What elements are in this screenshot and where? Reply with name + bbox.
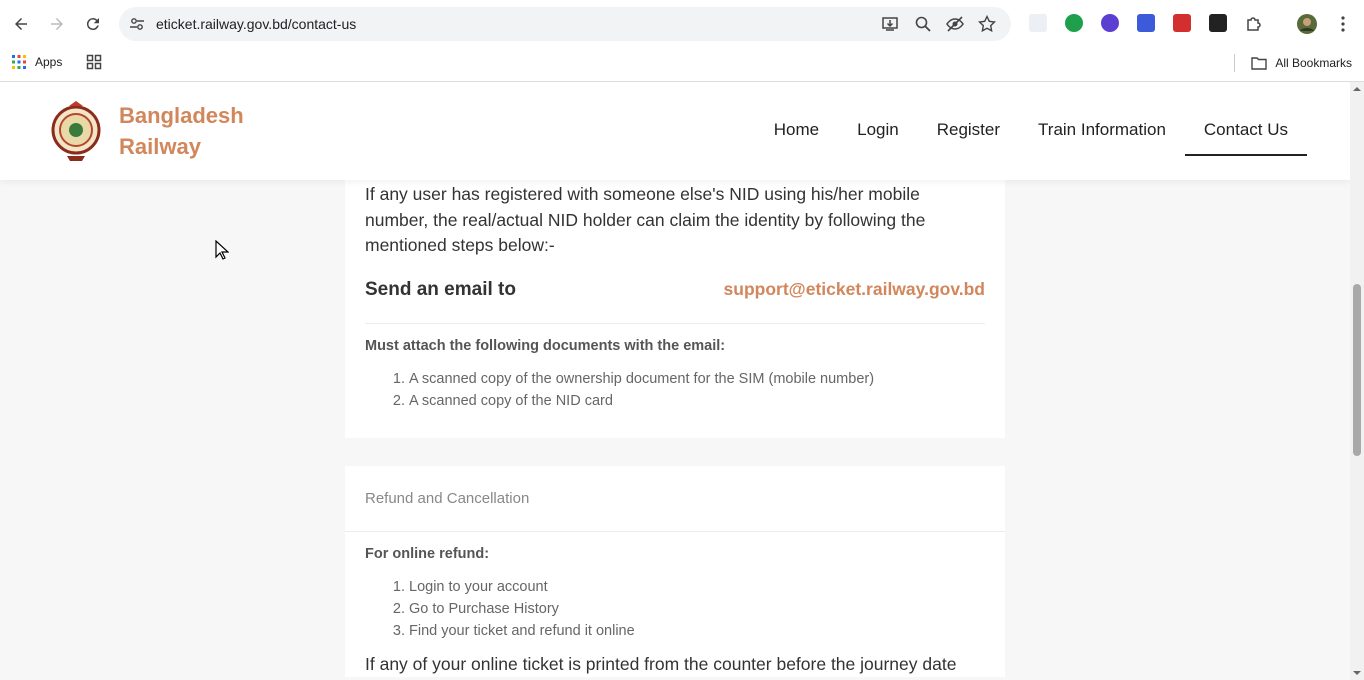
section-gap xyxy=(345,437,1005,466)
extension-blank-icon[interactable] xyxy=(1029,14,1047,32)
extension-record-icon[interactable] xyxy=(1065,14,1083,32)
zoom-icon[interactable] xyxy=(914,15,932,33)
refund-heading[interactable]: Refund and Cancellation xyxy=(345,466,1005,532)
browser-menu-icon[interactable] xyxy=(1331,12,1355,36)
mouse-cursor-icon xyxy=(215,240,229,260)
back-icon[interactable] xyxy=(9,12,33,36)
refund-card: Refund and Cancellation For online refun… xyxy=(345,465,1005,677)
refund-steps-list: Login to your account Go to Purchase His… xyxy=(365,576,985,642)
scroll-up-icon[interactable] xyxy=(1350,84,1364,94)
bookmark-apps[interactable]: Apps xyxy=(11,54,102,70)
extension-u-icon[interactable] xyxy=(1101,14,1119,32)
apps-label: Apps xyxy=(35,55,63,69)
browser-toolbar: eticket.railway.gov.bd/contact-us xyxy=(0,0,1364,48)
extension-video-icon[interactable] xyxy=(1173,14,1191,32)
apps-grid-icon xyxy=(12,55,26,69)
scroll-thumb[interactable] xyxy=(1353,284,1361,456)
scroll-down-icon[interactable] xyxy=(1350,668,1364,678)
list-item: A scanned copy of the ownership document… xyxy=(409,368,985,390)
page-viewport: Bangladesh Railway Home Login Register T… xyxy=(0,82,1350,680)
extensions-puzzle-icon[interactable] xyxy=(1242,12,1266,36)
address-bar[interactable]: eticket.railway.gov.bd/contact-us xyxy=(119,7,1011,41)
nid-claim-card: If any user has registered with someone … xyxy=(345,180,1005,438)
profile-avatar[interactable] xyxy=(1295,12,1319,36)
online-refund-title: For online refund: xyxy=(365,545,490,562)
email-title: Send an email to xyxy=(365,278,516,300)
nav-contact-us[interactable]: Contact Us xyxy=(1184,110,1307,156)
brand-name[interactable]: Bangladesh Railway xyxy=(119,100,244,162)
star-icon[interactable] xyxy=(978,15,996,33)
page-scrollbar[interactable] xyxy=(1350,82,1364,680)
main-nav: Home Login Register Train Information Co… xyxy=(755,110,1307,156)
bookmarks-bar: Apps All Bookmarks xyxy=(0,48,1364,82)
brand-line-1: Bangladesh xyxy=(119,103,244,128)
list-item: Go to Purchase History xyxy=(409,598,985,620)
email-row: Send an email to support@eticket.railway… xyxy=(365,279,985,324)
list-item: A scanned copy of the NID card xyxy=(409,390,985,412)
all-bookmarks[interactable]: All Bookmarks xyxy=(1234,54,1352,72)
reload-icon[interactable] xyxy=(81,12,105,36)
counter-printed-note: If any of your online ticket is printed … xyxy=(365,653,957,674)
site-header: Bangladesh Railway Home Login Register T… xyxy=(0,82,1350,180)
contact-content: If any user has registered with someone … xyxy=(345,180,1005,677)
extension-dark-icon[interactable] xyxy=(1209,14,1227,32)
documents-title: Must attach the following documents with… xyxy=(365,337,726,354)
bangladesh-railway-logo[interactable] xyxy=(51,100,101,164)
eye-hidden-icon[interactable] xyxy=(946,15,964,33)
list-item: Login to your account xyxy=(409,576,985,598)
bookmarks-divider xyxy=(1234,54,1236,72)
nid-claim-intro: If any user has registered with someone … xyxy=(365,184,926,255)
forward-icon[interactable] xyxy=(45,12,69,36)
folder-icon xyxy=(1251,57,1268,70)
nav-train-information[interactable]: Train Information xyxy=(1019,110,1185,156)
url-text: eticket.railway.gov.bd/contact-us xyxy=(156,16,357,32)
nav-home[interactable]: Home xyxy=(755,110,838,156)
support-email-link[interactable]: support@eticket.railway.gov.bd xyxy=(724,279,985,300)
nav-login[interactable]: Login xyxy=(838,110,918,156)
list-item: Find your ticket and refund it online xyxy=(409,620,985,642)
extension-wave-icon[interactable] xyxy=(1137,14,1155,32)
required-documents: Must attach the following documents with… xyxy=(345,324,1005,438)
tab-groups-icon[interactable] xyxy=(86,54,102,70)
nav-register[interactable]: Register xyxy=(918,110,1019,156)
install-app-icon[interactable] xyxy=(881,15,899,33)
site-info-icon[interactable] xyxy=(129,16,145,32)
all-bookmarks-label: All Bookmarks xyxy=(1275,56,1352,70)
documents-list: A scanned copy of the ownership document… xyxy=(365,368,985,412)
brand-line-2: Railway xyxy=(119,134,201,159)
